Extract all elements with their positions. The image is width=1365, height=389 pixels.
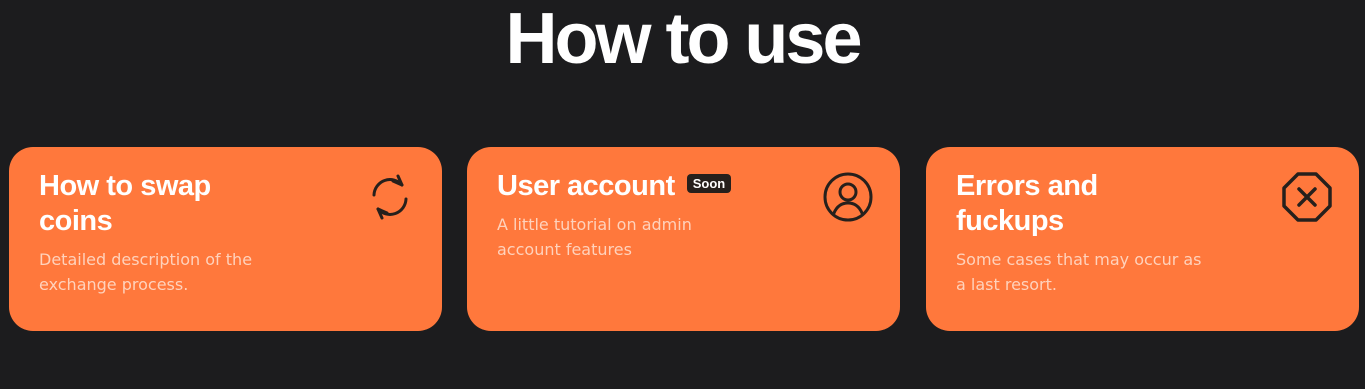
octagon-x-icon [1279,169,1335,225]
soon-badge: Soon [686,173,732,193]
card-description: A little tutorial on admin account featu… [497,215,692,259]
card-user-account[interactable]: User account Soon A little tutorial on ad… [467,147,900,331]
user-circle-icon [820,169,876,225]
card-title-row: User account Soon [497,169,732,204]
card-description: Some cases that may occur as a last reso… [956,250,1202,294]
refresh-icon [362,169,418,225]
section-title: How to use [505,0,862,79]
card-description: Detailed description of the exchange pro… [39,250,253,294]
card-errors[interactable]: Errors and fuckups Some cases that may o… [926,147,1359,331]
card-how-to-swap[interactable]: How to swap coins Detailed description o… [9,147,442,331]
card-title: User account [497,170,675,202]
card-title: Errors and fuckups [956,170,1098,237]
card-title: How to swap coins [39,170,211,237]
